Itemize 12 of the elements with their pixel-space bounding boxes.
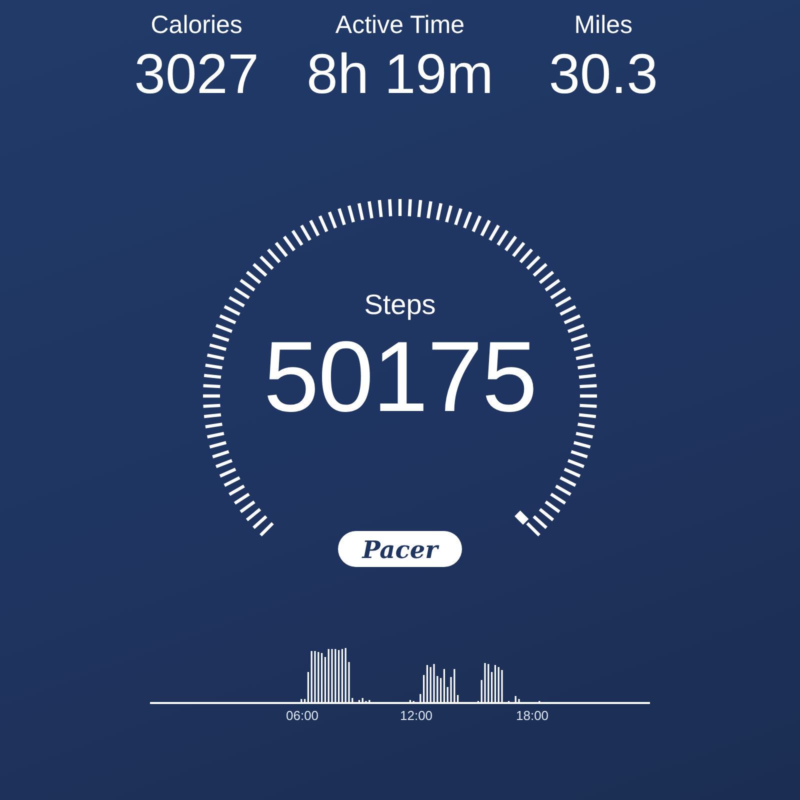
steps-label: Steps bbox=[364, 288, 436, 322]
stat-label: Miles bbox=[574, 10, 633, 40]
time-axis-label: 06:00 bbox=[286, 708, 319, 723]
stat-value: 3027 bbox=[134, 41, 259, 107]
logo-badge: Pacer bbox=[338, 531, 462, 567]
stat-value: 30.3 bbox=[548, 41, 658, 107]
time-axis-label: 12:00 bbox=[400, 708, 433, 723]
stat-label: Calories bbox=[150, 10, 242, 40]
stat-value: 8h 19m bbox=[306, 41, 494, 107]
stat-label: Active Time bbox=[335, 10, 465, 40]
time-axis-label: 18:00 bbox=[516, 708, 549, 723]
steps-count: 50175 bbox=[263, 322, 537, 432]
